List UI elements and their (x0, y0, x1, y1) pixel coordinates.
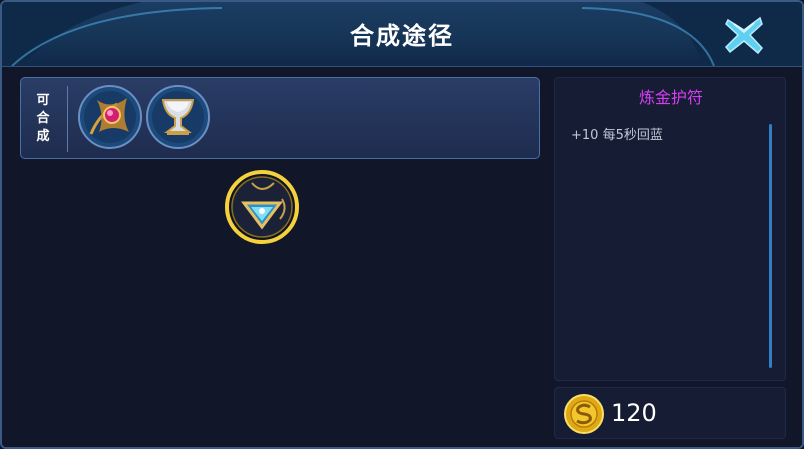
recipe-divider (67, 86, 68, 152)
item-synthesis-dialog: 合成途径 可 合 成 炼金护符 +10 每5秒回蓝 120 (0, 0, 804, 449)
item-price: 120 (611, 399, 657, 427)
recipe-label: 可 合 成 (29, 92, 57, 146)
close-button[interactable] (720, 12, 768, 58)
recipe-item-goblet[interactable] (145, 84, 211, 150)
silver-goblet-icon (146, 85, 210, 149)
synthesis-recipe-bar: 可 合 成 (20, 77, 540, 159)
dialog-content: 可 合 成 炼金护符 +10 每5秒回蓝 120 (2, 67, 802, 447)
close-icon (724, 16, 763, 55)
item-stat: +10 每5秒回蓝 (571, 128, 663, 143)
item-detail-panel: 炼金护符 +10 每5秒回蓝 (554, 77, 786, 381)
magic-scepter-icon (78, 85, 142, 149)
detail-scrollbar[interactable] (769, 124, 772, 368)
gold-coin-icon (564, 394, 604, 434)
dialog-title: 合成途径 (350, 22, 454, 50)
price-panel: 120 (554, 387, 786, 439)
item-name: 炼金护符 (638, 88, 703, 107)
alchemy-amulet-icon (225, 170, 299, 244)
recipe-label-char: 合 (36, 111, 50, 126)
recipe-label-char: 可 (36, 93, 50, 108)
recipe-label-char: 成 (36, 129, 50, 144)
dialog-header: 合成途径 (2, 2, 802, 67)
recipe-item-scepter[interactable] (77, 84, 143, 150)
selected-item-icon[interactable] (224, 169, 300, 245)
